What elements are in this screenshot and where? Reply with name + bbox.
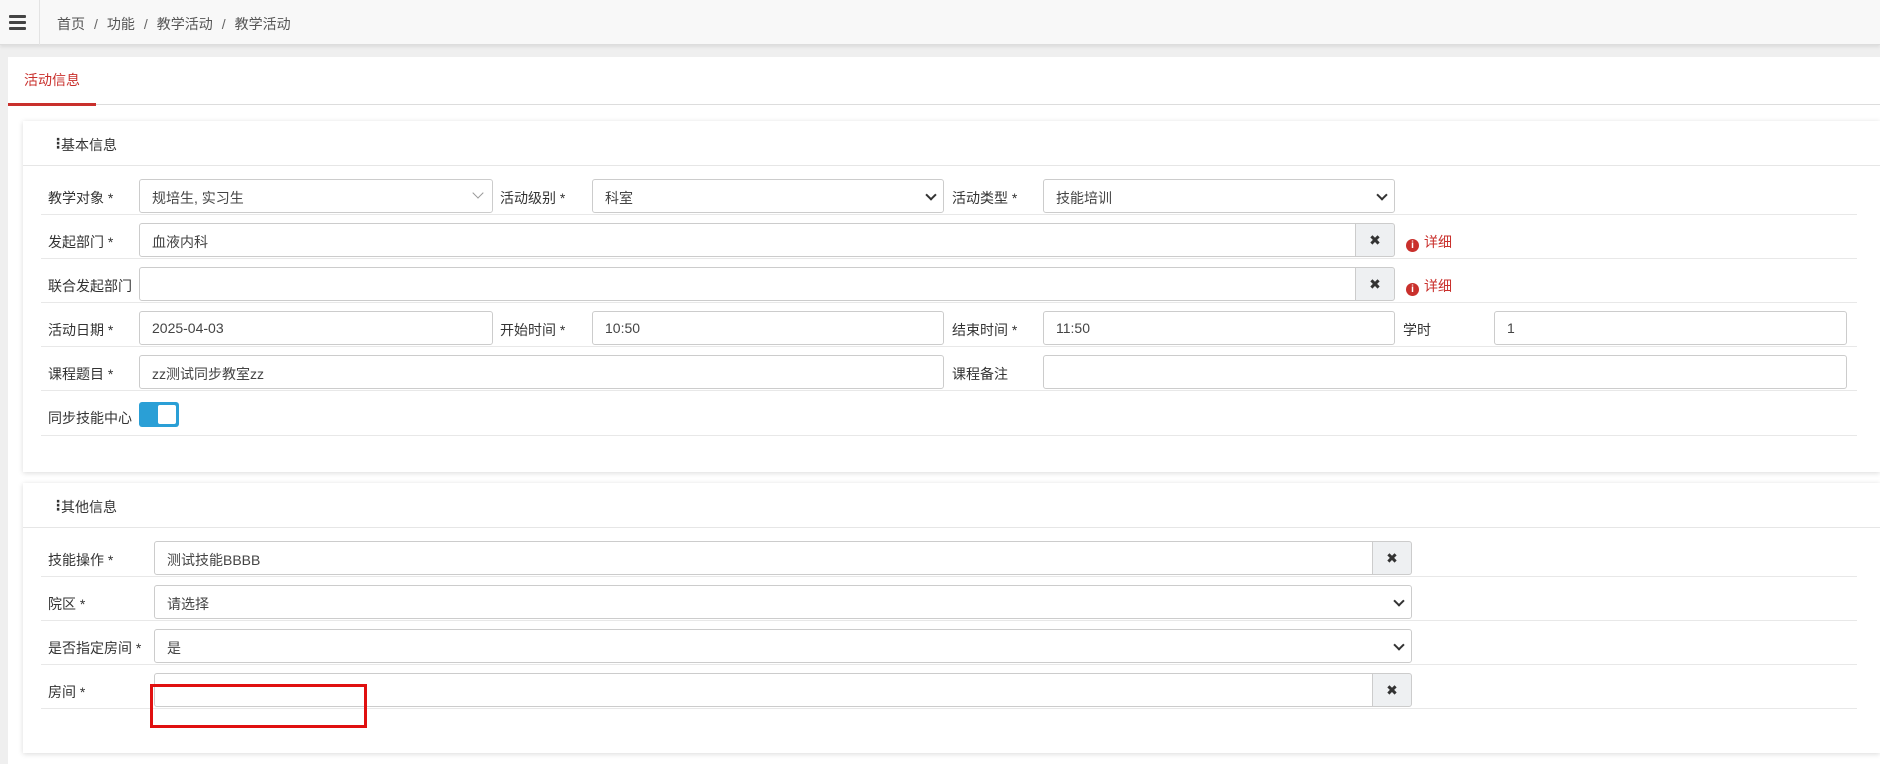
breadcrumb-home[interactable]: 首页: [57, 16, 85, 32]
highlight-box: [150, 684, 367, 728]
start-label: 开始时间 *: [500, 322, 566, 338]
end-label: 结束时间 *: [952, 322, 1018, 338]
skill-label: 技能操作 *: [48, 552, 114, 568]
info-icon: i: [1406, 283, 1419, 296]
form-row-joint: 联合发起部门 ✖ i 详细: [41, 263, 1857, 303]
page-content: 活动信息 ⋮ 基本信息 教学对象 * 规培生, 实习生 活动级别 * 科室 活动类…: [8, 57, 1880, 764]
target-multiselect[interactable]: 规培生, 实习生: [139, 179, 493, 213]
joint-detail-link[interactable]: i 详细: [1406, 276, 1452, 296]
date-label: 活动日期 *: [48, 322, 114, 338]
menu-icon[interactable]: [0, 0, 40, 45]
form-row-sync: 同步技能中心: [41, 395, 1857, 436]
joint-clear-button[interactable]: ✖: [1355, 267, 1395, 301]
top-bar: 首页 / 功能 / 教学活动 / 教学活动: [0, 0, 1880, 45]
form-row-target: 教学对象 * 规培生, 实习生 活动级别 * 科室 活动类型 * 技能培训: [41, 175, 1857, 215]
room-label: 房间 *: [48, 684, 86, 700]
hours-label: 学时: [1403, 322, 1431, 338]
info-icon: i: [1406, 239, 1419, 252]
dept-detail-label: 详细: [1424, 234, 1452, 250]
form-row-campus: 院区 * 请选择: [41, 581, 1857, 621]
target-label: 教学对象 *: [48, 190, 114, 206]
sync-toggle[interactable]: [139, 402, 179, 427]
basic-info-title: 基本信息: [61, 137, 117, 153]
form-row-skill: 技能操作 * 测试技能BBBB ✖: [41, 537, 1857, 577]
other-info-header: ⋮ 其他信息: [23, 483, 1880, 528]
form-row-topic: 课程题目 * zz测试同步教室zz 课程备注: [41, 351, 1857, 391]
campus-label: 院区 *: [48, 596, 86, 612]
room-clear-button[interactable]: ✖: [1372, 673, 1412, 707]
note-input[interactable]: [1043, 355, 1847, 389]
note-label: 课程备注: [952, 366, 1008, 382]
level-select[interactable]: 科室: [592, 179, 944, 213]
type-label: 活动类型 *: [952, 190, 1018, 206]
close-icon: ✖: [1369, 232, 1381, 248]
breadcrumb-teaching[interactable]: 教学活动: [157, 16, 213, 32]
basic-info-header: ⋮ 基本信息: [23, 121, 1880, 166]
breadcrumb-function[interactable]: 功能: [107, 16, 135, 32]
start-time-input[interactable]: 10:50: [592, 311, 944, 345]
form-row-time: 活动日期 * 2025-04-03 开始时间 * 10:50 结束时间 * 11…: [41, 307, 1857, 347]
skill-clear-button[interactable]: ✖: [1372, 541, 1412, 575]
joint-detail-label: 详细: [1424, 278, 1452, 294]
joint-input[interactable]: [139, 267, 1356, 301]
dept-clear-button[interactable]: ✖: [1355, 223, 1395, 257]
form-row-dept: 发起部门 * 血液内科 ✖ i 详细: [41, 219, 1857, 259]
more-vertical-icon: ⋮: [51, 135, 65, 151]
topic-input[interactable]: zz测试同步教室zz: [139, 355, 944, 389]
end-time-input[interactable]: 11:50: [1043, 311, 1395, 345]
hours-input[interactable]: 1: [1494, 311, 1847, 345]
toggle-knob: [158, 405, 176, 424]
room-specify-label: 是否指定房间 *: [48, 640, 142, 656]
more-vertical-icon: ⋮: [51, 497, 65, 513]
breadcrumb: 首页 / 功能 / 教学活动 / 教学活动: [57, 16, 291, 32]
basic-info-panel: ⋮ 基本信息 教学对象 * 规培生, 实习生 活动级别 * 科室 活动类型 * 技…: [23, 121, 1880, 472]
breadcrumb-current: 教学活动: [234, 16, 291, 32]
dept-detail-link[interactable]: i 详细: [1406, 232, 1452, 252]
topic-label: 课程题目 *: [48, 366, 114, 382]
form-row-room-specify: 是否指定房间 * 是: [41, 625, 1857, 665]
dept-label: 发起部门 *: [48, 234, 114, 250]
campus-select[interactable]: 请选择: [154, 585, 1412, 619]
tab-bar: 活动信息: [8, 57, 1880, 106]
skill-input[interactable]: 测试技能BBBB: [154, 541, 1373, 575]
close-icon: ✖: [1369, 276, 1381, 292]
close-icon: ✖: [1386, 682, 1398, 698]
date-input[interactable]: 2025-04-03: [139, 311, 493, 345]
other-info-title: 其他信息: [61, 499, 117, 515]
sync-label: 同步技能中心: [48, 410, 132, 426]
level-label: 活动级别 *: [500, 190, 566, 206]
tab-activity-info[interactable]: 活动信息: [8, 57, 96, 106]
joint-label: 联合发起部门: [48, 278, 132, 294]
dept-input[interactable]: 血液内科: [139, 223, 1356, 257]
room-specify-select[interactable]: 是: [154, 629, 1412, 663]
close-icon: ✖: [1386, 550, 1398, 566]
type-select[interactable]: 技能培训: [1043, 179, 1395, 213]
